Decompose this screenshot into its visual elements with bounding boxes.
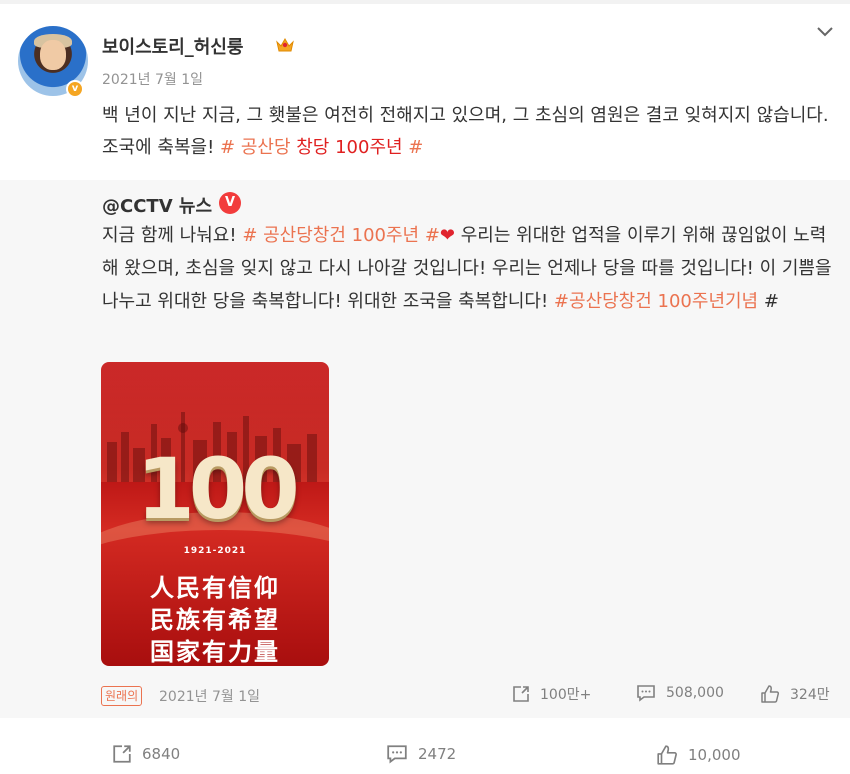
post-text: 백 년이 지난 지금, 그 횃불은 여전히 전해지고 있으며, 그 초심의 염원… [102, 100, 840, 164]
post-username[interactable]: 보이스토리_허신룽 [102, 33, 243, 59]
post-hashtag-end[interactable]: # [403, 137, 423, 158]
repost-text-1: 지금 함께 나눠요! [102, 225, 243, 246]
repost-comment-count: 508,000 [666, 685, 724, 701]
chevron-down-icon[interactable] [815, 24, 835, 40]
verified-icon: v [66, 80, 84, 98]
original-badge: 원래의 [101, 686, 143, 706]
comment-icon [387, 745, 407, 764]
repost-like-count: 324만 [790, 687, 830, 703]
poster-years: 1921-2021 [183, 546, 247, 556]
repost-hashtag-2[interactable]: #공산당창건 100주년기념 [554, 291, 758, 312]
like-button[interactable]: 10,000 [656, 744, 741, 766]
poster-slogan-1: 人民有信仰 [150, 574, 280, 602]
share-icon [113, 745, 131, 763]
repost-hashtag-2-end: # [758, 291, 779, 312]
comment-icon [637, 685, 655, 702]
post-date[interactable]: 2021년 7월 1일 [102, 69, 203, 89]
top-divider [0, 0, 850, 4]
share-icon [513, 686, 529, 702]
share-button[interactable]: 6840 [112, 744, 180, 764]
repost-hashtag-1[interactable]: # 공산당창건 100주년 # [242, 225, 440, 246]
like-icon [657, 745, 677, 765]
repost-share-button[interactable]: 100만+ [512, 684, 591, 704]
poster-image[interactable]: 100 1921-2021 人民有信仰 民族有希望 国家有力量 [101, 362, 329, 666]
poster-slogan-2: 民族有希望 [150, 606, 280, 634]
repost-date[interactable]: 2021년 7월 1일 [159, 686, 260, 706]
comment-button[interactable]: 2472 [386, 744, 456, 764]
v-icon: V [219, 192, 241, 214]
repost-share-count: 100만+ [540, 687, 592, 703]
repost-like-button[interactable]: 324만 [760, 684, 830, 704]
post-text-body: 백 년이 지난 지금, 그 횃불은 여전히 전해지고 있으며, 그 초심의 염원… [102, 105, 829, 158]
like-count: 10,000 [688, 746, 741, 764]
crown-icon [276, 37, 294, 52]
post-hashtag-red[interactable]: 창당 100주년 [296, 137, 402, 158]
repost-text: 지금 함께 나눠요! # 공산당창건 100주년 #❤ 우리는 위대한 업적을 … [102, 219, 840, 318]
poster-slogan-3: 国家有力量 [150, 638, 280, 666]
comment-count: 2472 [418, 745, 457, 763]
post-hashtag[interactable]: # 공산당 [220, 137, 296, 158]
repost-comment-button[interactable]: 508,000 [636, 684, 724, 702]
avatar-face [40, 40, 66, 70]
share-count: 6840 [142, 745, 181, 763]
repost-author[interactable]: @CCTV 뉴스 [102, 192, 212, 218]
heart-icon: ❤ [439, 225, 456, 246]
poster-number: 100 [136, 440, 299, 538]
like-icon [761, 685, 780, 703]
